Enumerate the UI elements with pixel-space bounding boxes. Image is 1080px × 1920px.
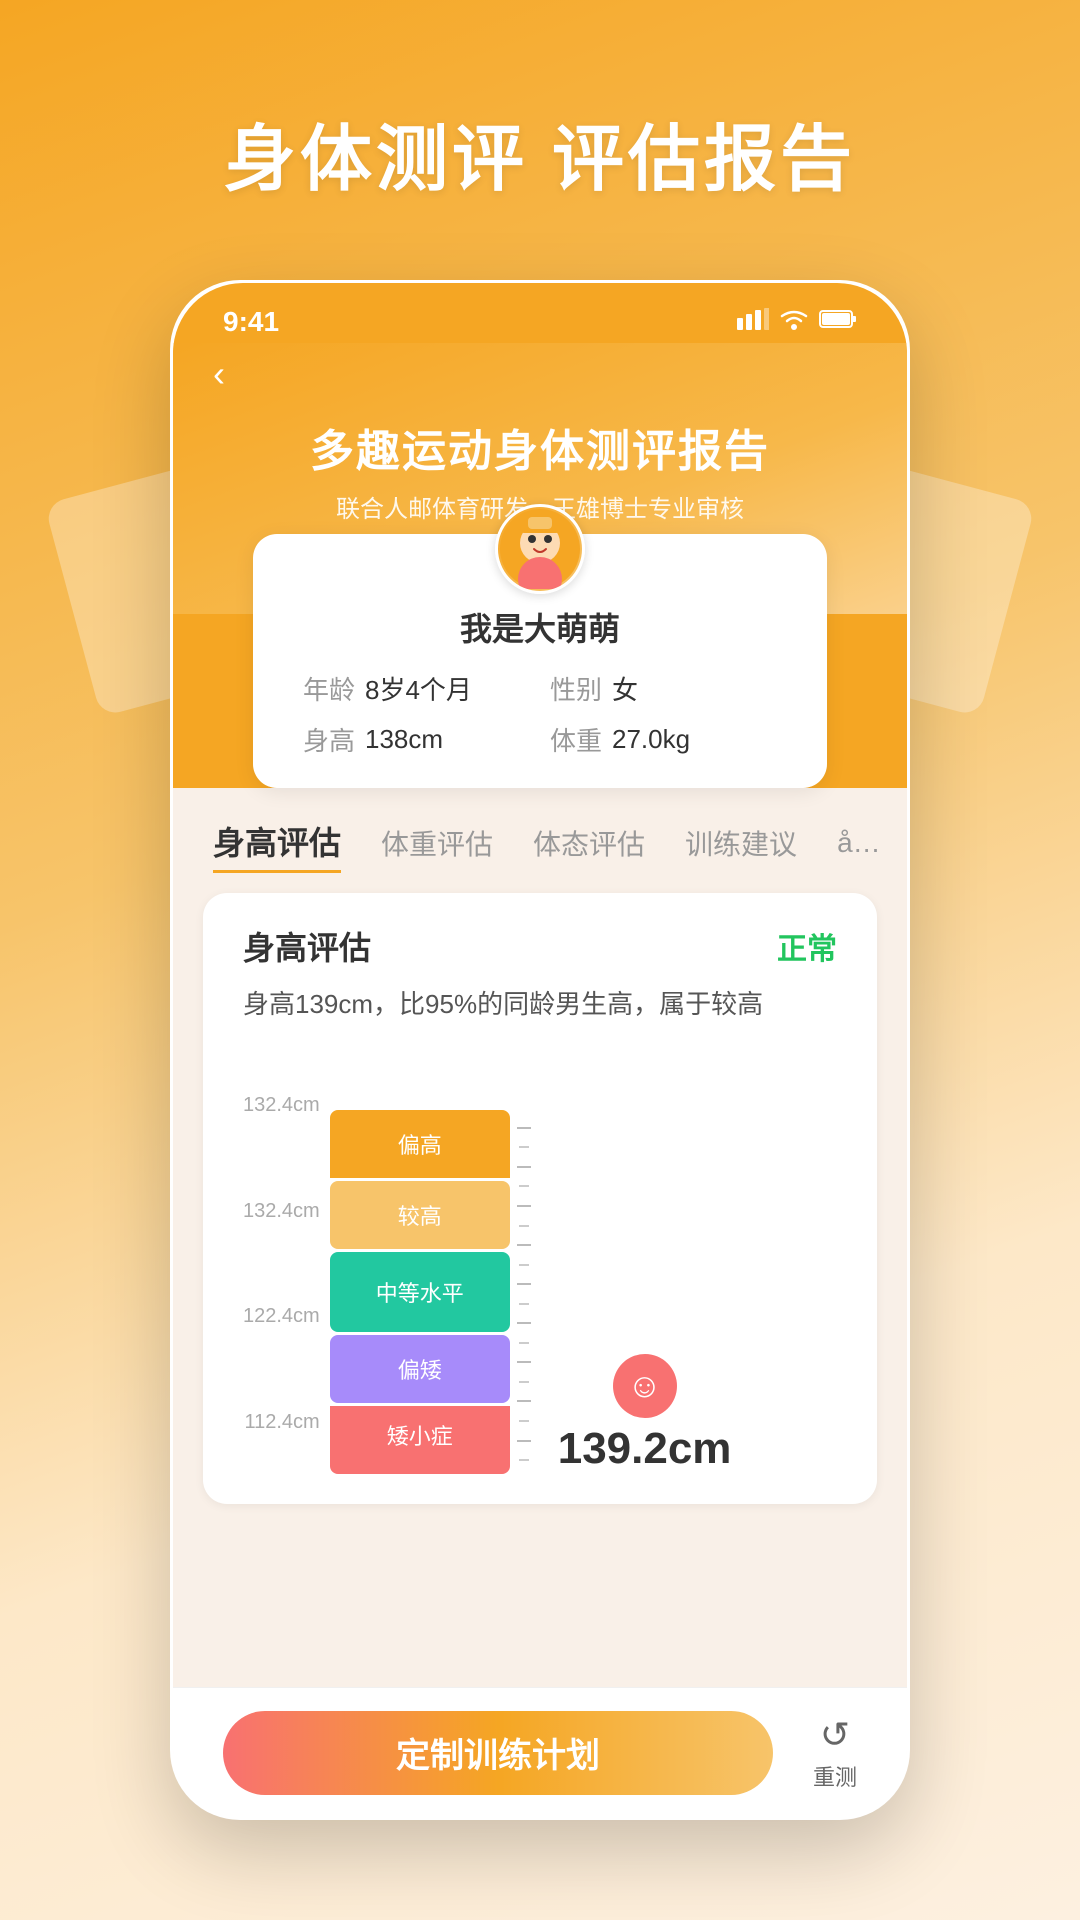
header-title: 多趣运动身体测评报告 — [173, 415, 907, 479]
chart-ruler — [510, 1114, 538, 1474]
assessment-status: 正常 — [777, 924, 837, 968]
assessment-title: 身高评估 — [243, 923, 371, 969]
content-area: 身高评估 体重评估 体态评估 训练建议 å… 身高评估 正常 身高139cm，比… — [173, 788, 907, 1588]
wifi-icon — [779, 307, 809, 337]
y-label-4: 112.4cm — [244, 1411, 319, 1434]
profile-height-row: 身高 138cm — [303, 721, 530, 758]
indicator-smiley-icon: ☺ — [613, 1354, 677, 1418]
reset-label: 重测 — [813, 1760, 857, 1792]
age-label: 年龄 — [303, 670, 355, 707]
reset-icon: ↺ — [820, 1714, 850, 1756]
gender-label: 性别 — [550, 670, 602, 707]
y-label-3: 122.4cm — [243, 1305, 320, 1328]
bar-pianggao: 偏高 — [330, 1110, 510, 1178]
assessment-description: 身高139cm，比95%的同龄男生高，属于较高 — [243, 985, 837, 1024]
cta-button[interactable]: 定制训练计划 — [223, 1711, 773, 1795]
weight-value: 27.0kg — [612, 724, 690, 755]
assessment-card: 身高评估 正常 身高139cm，比95%的同龄男生高，属于较高 132.4cm … — [203, 893, 877, 1504]
status-icons — [737, 307, 857, 337]
chart-y-labels: 132.4cm 132.4cm 122.4cm 112.4cm — [243, 1094, 330, 1474]
height-chart: 132.4cm 132.4cm 122.4cm 112.4cm 偏高 较高 中等… — [243, 1054, 837, 1474]
bar-jiaogao: 较高 — [330, 1181, 510, 1249]
weight-label: 体重 — [550, 721, 602, 758]
bar-zhongdeng: 中等水平 — [330, 1252, 510, 1332]
tab-weight-assessment[interactable]: 体重评估 — [381, 823, 493, 869]
phone-frame: 9:41 — [170, 280, 910, 1820]
y-label-2: 132.4cm — [243, 1200, 320, 1223]
status-time: 9:41 — [223, 306, 279, 338]
avatar-wrap — [303, 504, 777, 594]
height-label: 身高 — [303, 721, 355, 758]
phone-inner: 9:41 — [173, 283, 907, 1817]
back-button[interactable]: ‹ — [173, 343, 907, 405]
reset-button[interactable]: ↺ 重测 — [813, 1714, 857, 1792]
profile-weight-row: 体重 27.0kg — [550, 721, 777, 758]
signal-icon — [737, 308, 769, 336]
age-value: 8岁4个月 — [365, 670, 472, 707]
tab-more[interactable]: å… — [837, 827, 881, 865]
chart-indicator: ☺ 139.2cm — [538, 1304, 732, 1474]
page-title: 身体测评 评估报告 — [0, 0, 1080, 205]
chart-bars: 偏高 较高 中等水平 偏矮 矮小症 — [330, 1110, 510, 1474]
battery-icon — [819, 308, 857, 336]
profile-grid: 年龄 8岁4个月 性别 女 身高 138cm 体重 — [303, 670, 777, 758]
bar-aiziao: 矮小症 — [330, 1406, 510, 1474]
indicator-value: 139.2cm — [558, 1424, 732, 1474]
tab-posture-assessment[interactable]: 体态评估 — [533, 823, 645, 869]
phone-wrapper: 9:41 — [130, 280, 950, 1840]
bottom-bar: 定制训练计划 ↺ 重测 — [173, 1687, 907, 1817]
avatar — [495, 504, 585, 594]
tab-training-advice[interactable]: 训练建议 — [685, 823, 797, 869]
tab-bar: 身高评估 体重评估 体态评估 训练建议 å… — [173, 798, 907, 893]
tab-height-assessment[interactable]: 身高评估 — [213, 818, 341, 873]
profile-age-row: 年龄 8岁4个月 — [303, 670, 530, 707]
profile-card: 我是大萌萌 年龄 8岁4个月 性别 女 身高 138cm — [253, 534, 827, 788]
profile-gender-row: 性别 女 — [550, 670, 777, 707]
profile-name: 我是大萌萌 — [303, 604, 777, 650]
card-header: 身高评估 正常 — [243, 923, 837, 969]
status-bar: 9:41 — [173, 283, 907, 343]
bar-pianjiao: 偏矮 — [330, 1335, 510, 1403]
y-label-1: 132.4cm — [243, 1094, 320, 1117]
height-value: 138cm — [365, 724, 443, 755]
gender-value: 女 — [612, 670, 638, 707]
